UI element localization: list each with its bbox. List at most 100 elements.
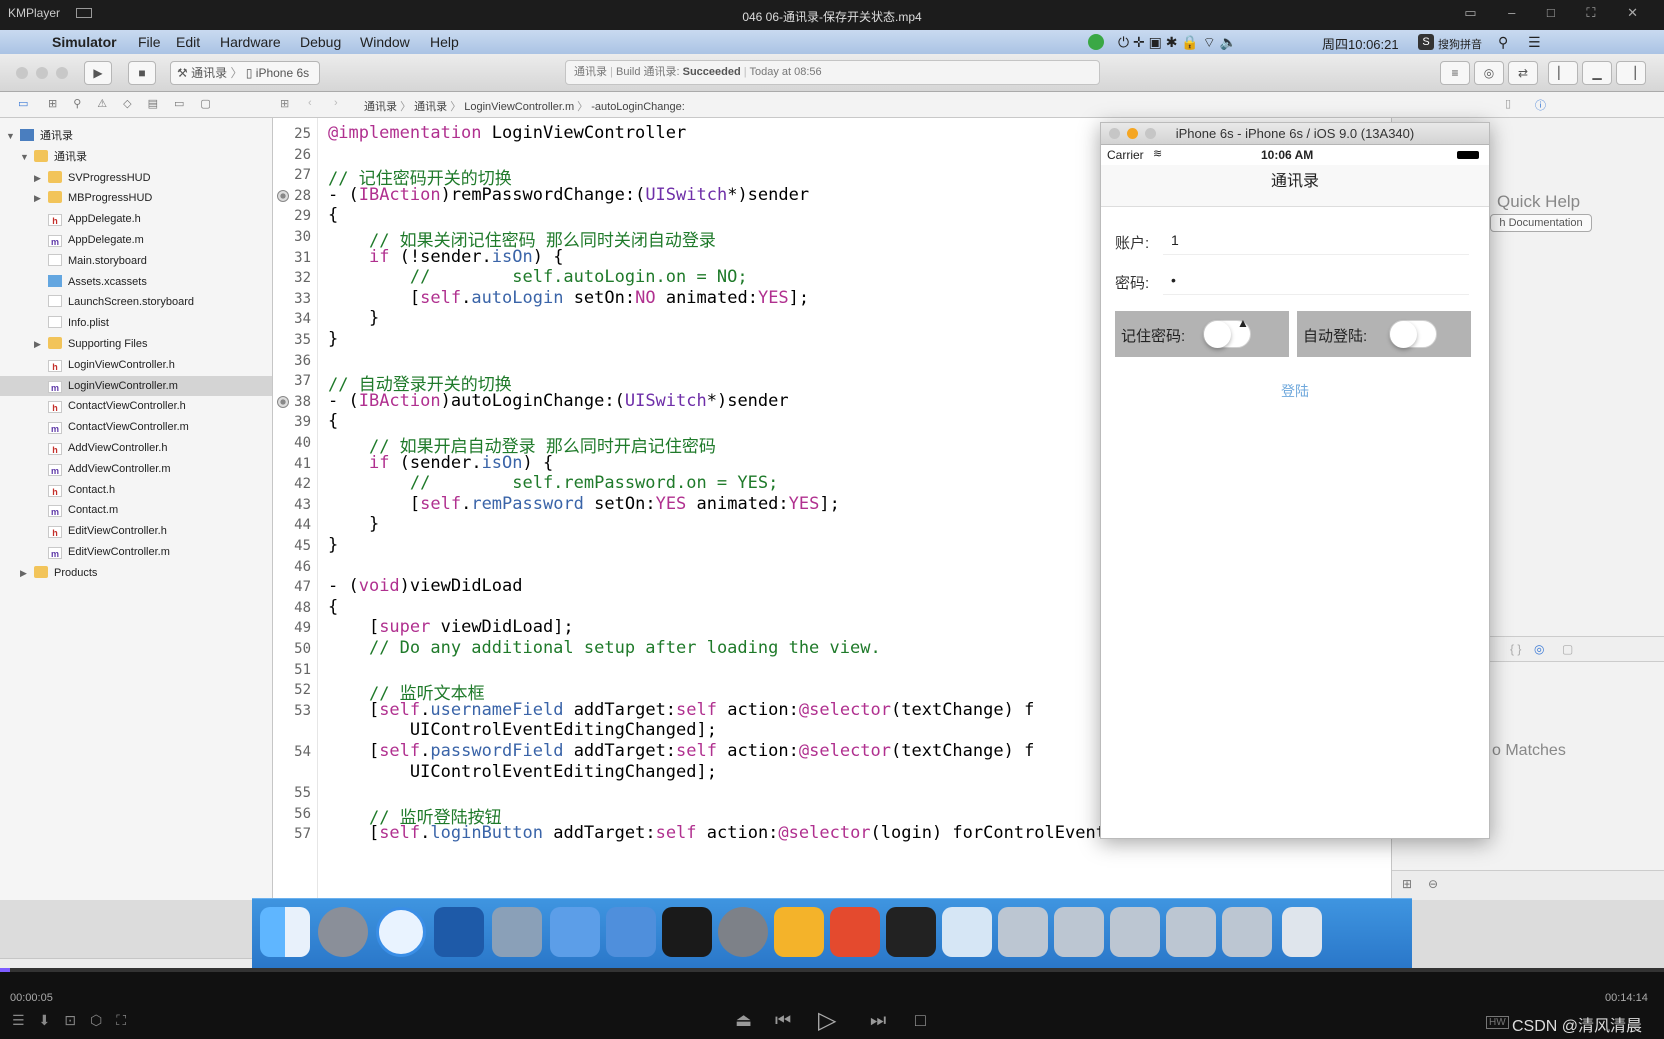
menu-help[interactable]: Help <box>430 34 459 50</box>
object-library-icon[interactable]: ◎ <box>1534 642 1544 656</box>
version-editor-icon[interactable]: ⇄ <box>1508 61 1538 85</box>
code-line[interactable]: [self.loginButton addTarget:self action:… <box>328 823 1126 843</box>
terminal-icon[interactable] <box>662 907 712 957</box>
navigator-item[interactable]: h ContactViewController.h <box>48 396 186 416</box>
disclosure-triangle-icon[interactable]: ▼ <box>6 131 15 141</box>
code-line[interactable]: @implementation LoginViewController <box>328 123 686 143</box>
code-line[interactable]: } <box>328 535 338 555</box>
navigator-item[interactable]: MBProgressHUD <box>48 188 152 208</box>
safari-icon[interactable] <box>376 907 426 957</box>
forward-chevron-icon[interactable]: › <box>334 97 338 109</box>
breadcrumb-project[interactable]: 通讯录 <box>364 101 397 113</box>
toggle-utilities-icon[interactable]: ▕ <box>1616 61 1646 85</box>
sim-close-button[interactable] <box>1109 128 1120 139</box>
code-line[interactable]: if (!sender.isOn) { <box>328 247 564 267</box>
breadcrumb-file[interactable]: LoginViewController.m <box>464 101 574 113</box>
navigator-item[interactable]: LaunchScreen.storyboard <box>48 292 194 312</box>
status-app-icon[interactable] <box>1088 34 1104 50</box>
eject-icon[interactable]: ⏏ <box>735 1010 752 1031</box>
code-line[interactable]: - (IBAction)remPasswordChange:(UISwitch*… <box>328 185 809 205</box>
menu-edit[interactable]: Edit <box>176 34 200 50</box>
menubar-clock[interactable]: 周四10:06:21 <box>1322 34 1399 53</box>
navigator-item[interactable]: Main.storyboard <box>48 251 147 271</box>
xcode-icon[interactable] <box>550 907 600 957</box>
stop-button[interactable]: ■ <box>128 61 156 85</box>
back-chevron-icon[interactable]: ‹ <box>308 97 312 109</box>
code-line[interactable]: } <box>328 329 338 349</box>
code-line[interactable]: // self.remPassword.on = YES; <box>328 473 778 493</box>
sim-minimize-button[interactable] <box>1127 128 1138 139</box>
standard-editor-icon[interactable]: ≡ <box>1440 61 1470 85</box>
code-line[interactable]: [super viewDidLoad]; <box>328 617 574 637</box>
code-line[interactable]: } <box>328 514 379 534</box>
movie-app-icon[interactable] <box>492 907 542 957</box>
code-line[interactable]: { <box>328 597 338 617</box>
code-line[interactable]: } <box>328 308 379 328</box>
minimized-window-icon[interactable] <box>998 907 1048 957</box>
disclosure-triangle-icon[interactable]: ▶ <box>20 568 27 579</box>
code-line[interactable]: - (IBAction)autoLoginChange:(UISwitch*)s… <box>328 391 789 411</box>
navigator-item[interactable]: m LoginViewController.m <box>48 376 178 396</box>
previous-icon[interactable]: ⏮ <box>775 1010 791 1031</box>
code-line[interactable]: if (sender.isOn) { <box>328 453 553 473</box>
scheme-selector[interactable]: ⚒ 通讯录 〉 ▯ iPhone 6s <box>170 61 320 85</box>
navigator-item[interactable]: m AppDelegate.m <box>48 230 144 250</box>
launchpad-icon[interactable] <box>318 907 368 957</box>
navigator-item[interactable]: 通讯录 <box>20 126 73 146</box>
library-filter-icon[interactable]: ⊖ <box>1428 877 1438 891</box>
sketch-icon[interactable] <box>774 907 824 957</box>
minimized-window-icon[interactable] <box>1054 907 1104 957</box>
file-inspector-icon[interactable]: ▯ <box>1505 97 1511 110</box>
quicktime-icon[interactable] <box>942 907 992 957</box>
sim-zoom-button[interactable] <box>1145 128 1156 139</box>
navigator-item[interactable]: m ContactViewController.m <box>48 417 189 437</box>
menu-hardware[interactable]: Hardware <box>220 34 281 50</box>
window-close-button[interactable] <box>16 67 28 79</box>
code-line[interactable]: [self.remPassword setOn:YES animated:YES… <box>328 494 840 514</box>
play-icon[interactable]: ▷ <box>818 1006 836 1035</box>
method-indicator-icon[interactable] <box>277 189 289 202</box>
code-line[interactable]: { <box>328 205 338 225</box>
search-documentation-button[interactable]: h Documentation <box>1490 214 1592 232</box>
code-line[interactable]: - (void)viewDidLoad <box>328 576 523 596</box>
navigator-item[interactable]: 通讯录 <box>34 147 87 167</box>
disclosure-triangle-icon[interactable]: ▶ <box>34 339 41 350</box>
disclosure-triangle-icon[interactable]: ▼ <box>20 152 29 162</box>
navigator-item[interactable]: Assets.xcassets <box>48 272 147 292</box>
finder-icon[interactable] <box>260 907 310 957</box>
code-line[interactable]: [self.autoLogin setOn:NO animated:YES]; <box>328 288 809 308</box>
media-library-icon[interactable]: ▢ <box>1562 642 1573 656</box>
instruments-icon[interactable] <box>606 907 656 957</box>
minimized-window-icon[interactable] <box>1166 907 1216 957</box>
run-button[interactable]: ▶ <box>84 61 112 85</box>
system-preferences-icon[interactable] <box>718 907 768 957</box>
quick-help-icon[interactable]: ⓘ <box>1535 97 1546 113</box>
assistant-editor-icon[interactable]: ◎ <box>1474 61 1504 85</box>
menu-debug[interactable]: Debug <box>300 34 341 50</box>
console-icon[interactable] <box>886 907 936 957</box>
navigator-item[interactable]: Info.plist <box>48 313 109 333</box>
code-snippet-icon[interactable]: { } <box>1510 642 1521 656</box>
trash-icon[interactable] <box>1282 907 1322 957</box>
breadcrumb-group[interactable]: 通讯录 <box>414 101 447 113</box>
method-indicator-icon[interactable] <box>277 395 289 408</box>
navigator-item[interactable]: Products <box>34 563 97 583</box>
paw-icon[interactable] <box>830 907 880 957</box>
grid-view-icon[interactable]: ⊞ <box>1402 877 1412 891</box>
code-line[interactable]: UIControlEventEditingChanged]; <box>328 762 717 782</box>
breadcrumb-method[interactable]: -autoLoginChange: <box>591 101 685 113</box>
line-number-gutter[interactable]: 25 26 27 28 29 30 31 32 33 34 35 36 37 38 39 40 41 42 43 44… <box>273 118 318 900</box>
menu-file[interactable]: File <box>138 34 161 50</box>
window-minimize-button[interactable] <box>36 67 48 79</box>
related-items-icon[interactable]: ⊞ <box>280 97 289 110</box>
seek-bar[interactable] <box>0 968 1664 972</box>
status-icons[interactable]: ⏻ ✛ ▣ ✱ 🔒 ⌔ 🔈 <box>1118 34 1237 52</box>
login-button[interactable]: 登陆 <box>1101 381 1489 401</box>
navigator-item[interactable]: m AddViewController.m <box>48 459 171 479</box>
navigator-item[interactable]: h AppDelegate.h <box>48 209 141 229</box>
navigator-item[interactable]: m Contact.m <box>48 500 118 520</box>
navigator-item[interactable]: SVProgressHUD <box>48 168 151 188</box>
navigator-item[interactable]: h Contact.h <box>48 480 115 500</box>
navigator-item[interactable]: Supporting Files <box>48 334 148 354</box>
notification-center-icon[interactable]: ☰ <box>1528 34 1541 51</box>
